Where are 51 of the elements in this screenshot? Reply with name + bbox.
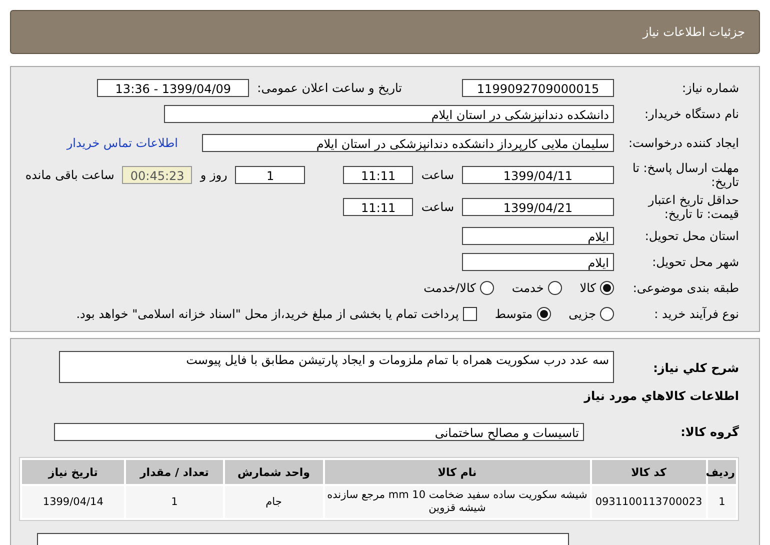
column-header: واحد شمارش (224, 460, 323, 484)
column-header: تعداد / مقدار (126, 460, 223, 484)
province-field: ایلام (462, 227, 614, 245)
requester-field: سلیمان ملایی کارپرداز دانشکده دندانپزشکی در استان ایلام (202, 134, 614, 152)
field-label: استان محل تحویل: (644, 228, 739, 244)
column-header: تاریخ نیاز (22, 460, 124, 484)
treasury-checkbox[interactable]: پرداخت تمام یا بخشی از مبلغ خرید،از محل "اسناد خزانه اسلامی" خواهد بود. (76, 307, 477, 321)
field-label: نام دستگاه خریدار: (644, 106, 739, 122)
header-title: جزئیات اطلاعات نیاز (642, 25, 745, 39)
category-radio[interactable]: کالا/خدمت (424, 281, 494, 295)
table-cell: 0931100113700023 (592, 486, 706, 518)
remaining-label: ساعت باقی مانده (25, 168, 114, 182)
field-label: مهلت ارسال پاسخ: تا تاریخ: (631, 160, 739, 190)
field-label: شهر محل تحویل: (651, 254, 739, 270)
process-radio[interactable]: متوسط (494, 307, 551, 321)
date-field: 1399/04/11 (462, 166, 614, 184)
goods-group-field: تاسیسات و مصالح ساختمانی (54, 423, 584, 441)
field-label: حداقل تاریخ اعتبار قیمت: تا تاریخ: (646, 192, 739, 222)
field-label: گروه کالا: (680, 424, 739, 440)
time-label: ساعت (421, 168, 454, 182)
column-header: ردیف (708, 460, 736, 484)
need-number-field: 1199092709000015 (462, 79, 614, 97)
process-radio[interactable]: جزیی (568, 307, 614, 321)
buyer-contact-link[interactable]: اطلاعات تماس خریدار (66, 136, 178, 150)
table-cell: 1 (126, 486, 223, 518)
date-field: 1399/04/21 (462, 198, 614, 216)
field-label: شماره نیاز: (681, 80, 739, 96)
field-label: طبقه بندی موضوعی: (632, 280, 739, 296)
time-field: 11:11 (343, 198, 414, 216)
column-header: کد کالا (592, 460, 706, 484)
days-label: روز و (200, 168, 228, 182)
section-title: اطلاعات کالاهاي مورد نياز (584, 389, 739, 403)
buyer-field: دانشکده دندانپزشکی در استان ایلام (164, 105, 614, 123)
days-field: 1 (235, 166, 306, 184)
field-label: تاریخ و ساعت اعلان عمومی: (257, 81, 402, 95)
table-cell: جام (224, 486, 323, 518)
description-field: سه عدد درب سکوریت همراه با تمام ملزومات و ایجاد پارتیشن مطابق با فایل پیوست (59, 351, 614, 383)
time-label: ساعت (421, 200, 454, 214)
field-label: شرح کلي نياز: (652, 361, 739, 376)
field-label: ایجاد کننده درخواست: (627, 136, 739, 150)
table-cell: 1 (708, 486, 736, 518)
table-cell: شیشه سکوریت ساده سفید ضخامت 10 mm مرجع سازنده شیشه قزوین (324, 486, 590, 518)
category-radio[interactable]: کالا (580, 281, 614, 295)
column-header: نام کالا (324, 460, 590, 484)
time-field: 11:11 (343, 166, 414, 184)
remaining-time-field: 00:45:23 (122, 166, 192, 184)
announce-date-field: 1399/04/09 - 13:36 (97, 79, 250, 97)
table-cell: 1399/04/14 (22, 486, 124, 518)
field-label: نوع فرآیند خرید : (653, 306, 739, 322)
category-radio[interactable]: خدمت (512, 281, 562, 295)
city-field: ایلام (462, 253, 614, 271)
